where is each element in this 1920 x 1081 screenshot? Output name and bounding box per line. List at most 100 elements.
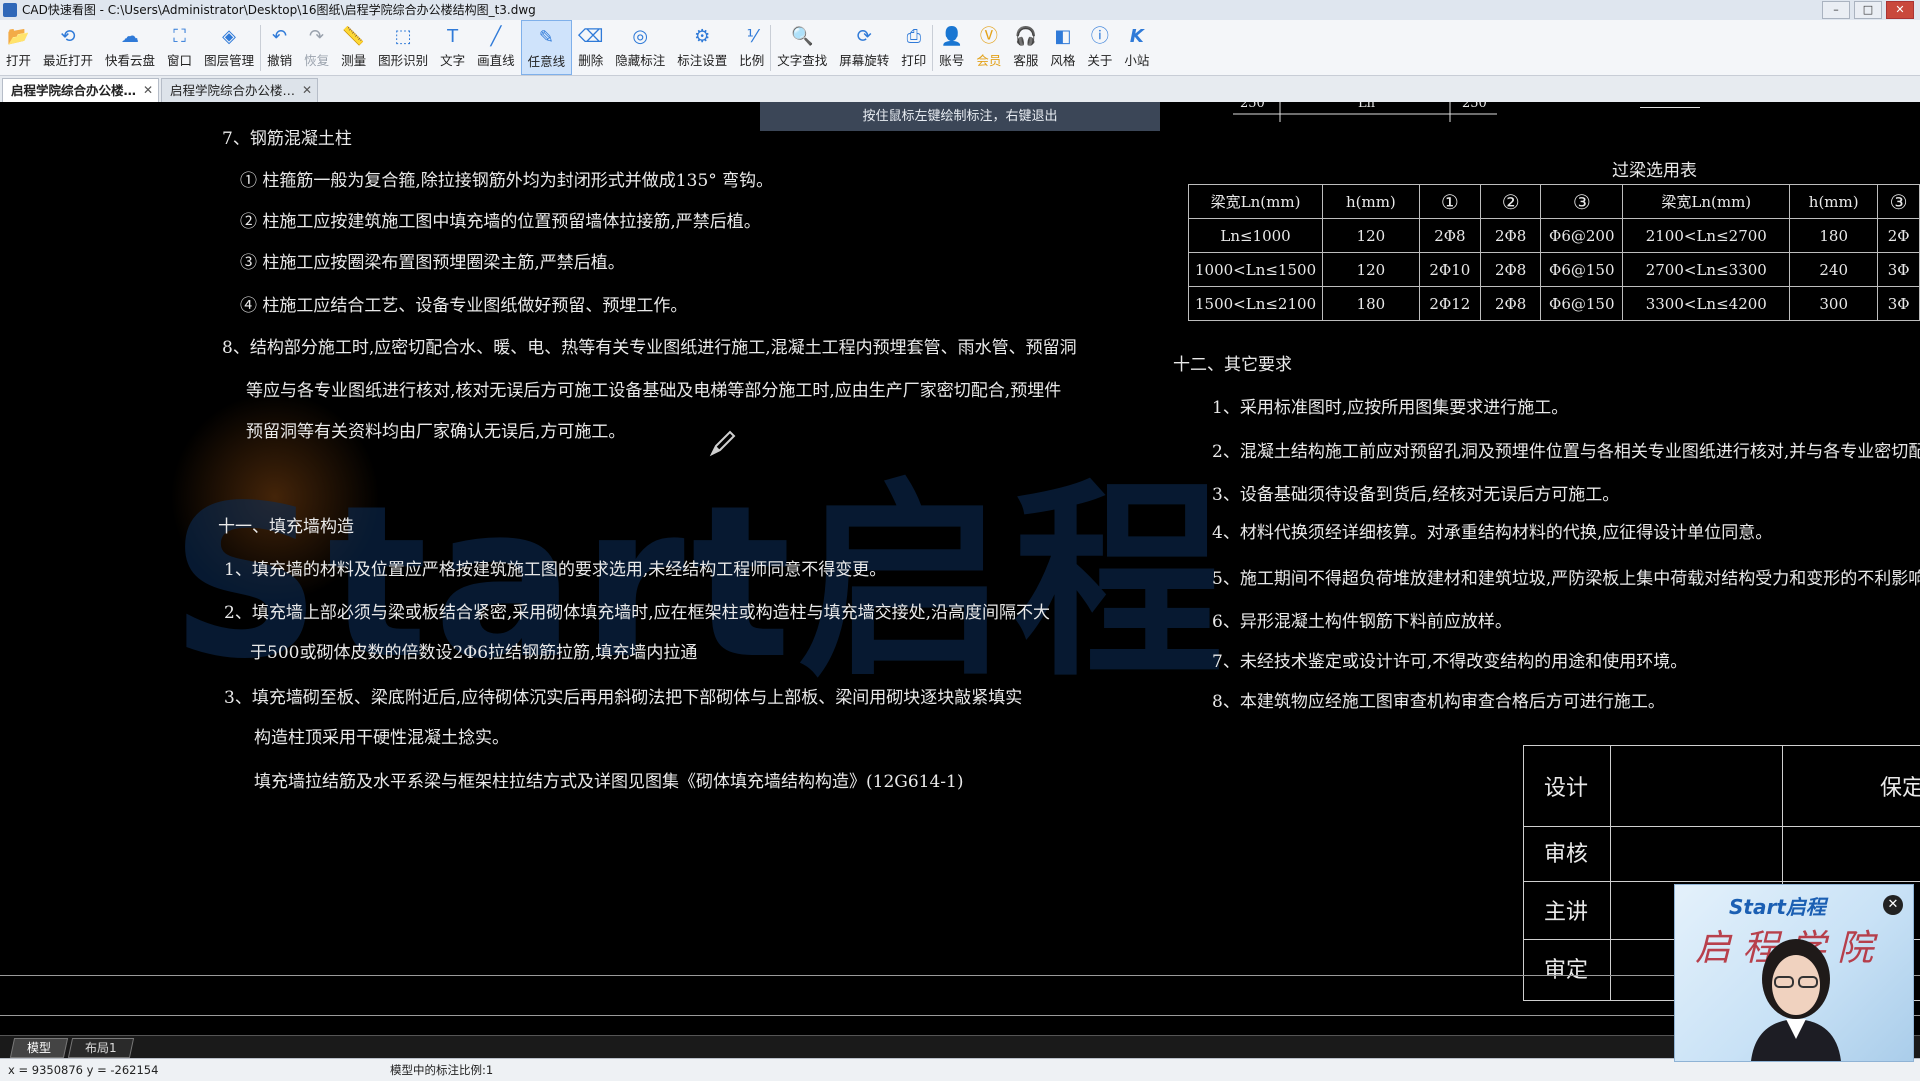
account-button[interactable]: 👤 账号 [933,20,970,75]
document-tab-2[interactable]: 启程学院综合办公楼… ✕ [161,78,319,102]
signoff-label: 保定 [1880,776,1920,801]
note-line: 2、混凝土结构施工前应对预留孔洞及预埋件位置与各相关专业图纸进行核对,并与各专业… [1212,442,1920,462]
tab-layout1[interactable]: 布局1 [67,1038,134,1058]
redo-button[interactable]: ↷ 恢复 [298,20,335,75]
document-tab-1[interactable]: 启程学院综合办公楼… ✕ [2,78,160,102]
lintel-table: 梁宽Ln(mm) h(mm) ① ② ③ 梁宽Ln(mm) h(mm) ③ Ln… [1187,184,1920,321]
support-button[interactable]: 🎧 客服 [1007,20,1044,75]
ruler-icon: 📏 [342,26,365,47]
hide-annotation-button[interactable]: ◎ 隐藏标注 [609,20,671,75]
signoff-label: 设计 [1544,776,1589,801]
delete-button[interactable]: ⌫ 删除 [572,20,609,75]
draw-line-button[interactable]: ╱ 画直线 [471,20,521,75]
section-heading: 十二、其它要求 [1173,355,1292,375]
main-toolbar: 📂 打开 ⟲ 最近打开 ☁ 快看云盘 ⛶ 窗口 ◈ 图层管理 ↶ 撤销 ↷ 恢复 📏 测量 ⬚ 图… [0,20,1920,76]
note-line: 填充墙拉结筋及水平系梁与框架柱拉结方式及详图见图集《砌体填充墙结构构造》(12G… [254,772,964,792]
close-window-button[interactable]: ✕ [1886,1,1914,19]
table-rule [1524,826,1920,827]
rotate-screen-icon: ⟳ [856,26,872,47]
brand-logo: Start启程 [1729,895,1826,919]
station-button[interactable]: K 小站 [1118,20,1155,75]
document-tabs: 启程学院综合办公楼… ✕ 启程学院综合办公楼… ✕ [0,76,1920,102]
cloud-icon: ☁ [121,26,140,47]
close-tab-icon[interactable]: ✕ [302,79,312,102]
table-row: 1500<Ln≤2100 180 2Φ12 2Φ8 Φ6@150 3300<Ln≤4200… [1187,286,1920,321]
undo-button[interactable]: ↶ 撤销 [261,20,298,75]
table-cell: 2Φ8 [1480,252,1542,287]
close-tab-icon[interactable]: ✕ [143,79,153,102]
note-line: 预留洞等有关资料均由厂家确认无误后,方可施工。 [246,422,626,442]
app-icon [3,3,17,17]
minimize-button[interactable]: – [1822,1,1850,19]
note-line: 3、设备基础须待设备到货后,经核对无误后方可施工。 [1212,485,1620,505]
note-line: 5、施工期间不得超负荷堆放建材和建筑垃圾,严防梁板上集中荷载对结构受力和变形的不… [1212,569,1920,589]
rotate-screen-button[interactable]: ⟳ 屏幕旋转 [833,20,895,75]
hide-annotation-icon: ◎ [632,26,649,47]
open-button[interactable]: 📂 打开 [0,20,37,75]
table-header: h(mm) [1322,184,1420,219]
text-button[interactable]: T 文字 [434,20,471,75]
table-header: h(mm) [1789,184,1879,219]
section-heading: 7、钢筋混凝土柱 [222,129,352,149]
note-line: 1、采用标准图时,应按所用图集要求进行施工。 [1212,398,1569,418]
table-cell: 2Φ8 [1480,218,1542,253]
frame-line [0,975,1920,976]
webcam-overlay: Start启程 启 程 学 院 ✕ [1674,884,1914,1062]
text-search-button[interactable]: 🔍 文字查找 [771,20,833,75]
close-overlay-button[interactable]: ✕ [1883,895,1903,915]
tab-model[interactable]: 模型 [9,1038,69,1058]
layout-tabs: 模型 布局1 [0,1035,1920,1058]
about-button[interactable]: ⓘ 关于 [1081,20,1118,75]
note-line: 6、异形混凝土构件钢筋下料前应放样。 [1212,612,1512,632]
freehand-line-button[interactable]: ✎ 任意线 [520,20,573,75]
dimension-text: Ln [1358,102,1376,111]
annotation-settings-button[interactable]: ⚙ 标注设置 [671,20,733,75]
note-line: 7、未经技术鉴定或设计许可,不得改变结构的用途和使用环境。 [1212,652,1688,672]
note-line: 4、材料代换须经详细核算。对承重结构材料的代换,应征得设计单位同意。 [1212,523,1773,543]
table-cell: 300 [1789,286,1879,321]
shape-recognize-button[interactable]: ⬚ 图形识别 [372,20,434,75]
note-line: ② 柱施工应按建筑施工图中填充墙的位置预留墙体拉接筋,严禁后植。 [240,212,761,232]
scale-button[interactable]: ⅟ 比例 [733,20,770,75]
note-line: 3、填充墙砌至板、梁底附近后,应待砌体沉实后再用斜砌法把下部砌体与上部板、梁间用… [224,688,1023,708]
table-header: ③ [1540,184,1624,219]
layer-manager-button[interactable]: ◈ 图层管理 [198,20,260,75]
style-button[interactable]: ◧ 风格 [1044,20,1081,75]
headset-icon: 🎧 [1014,26,1038,47]
note-line: 8、结构部分施工时,应密切配合水、暖、电、热等有关专业图纸进行施工,混凝土工程内… [222,338,1077,358]
dimension-text: 250 [1240,102,1265,111]
table-header: ① [1418,184,1482,219]
table-cell: Φ6@200 [1540,218,1624,253]
pencil-cursor-icon [709,430,736,457]
note-line: 1、填充墙的材料及位置应严格按建筑施工图的要求选用,未经结构工程师同意不得变更。 [224,560,887,580]
maximize-button[interactable]: □ [1854,1,1882,19]
table-rule [1610,746,1611,1000]
measure-button[interactable]: 📏 测量 [335,20,372,75]
table-rule [1524,881,1920,882]
vip-icon: Ⓥ [979,26,998,47]
table-cell: 2Φ8 [1480,286,1542,321]
printer-icon: ⎙ [906,26,921,47]
table-header: ③ [1877,184,1920,219]
table-cell: 2Φ12 [1418,286,1482,321]
note-line: 于500或砌体皮数的倍数设2Φ6拉结钢筋拉筋,填充墙内拉通 [250,643,698,663]
recent-button[interactable]: ⟲ 最近打开 [37,20,99,75]
table-cell: 180 [1789,218,1879,253]
cloud-drive-button[interactable]: ☁ 快看云盘 [99,20,161,75]
note-line: 等应与各专业图纸进行核对,核对无误后方可施工设备基础及电梯等部分施工时,应由生产… [246,381,1062,401]
text-icon: T [447,26,459,47]
table-header: 梁宽Ln(mm) [1187,184,1324,219]
vip-button[interactable]: Ⓥ 会员 [970,20,1007,75]
print-button[interactable]: ⎙ 打印 [895,20,932,75]
history-icon: ⟲ [60,26,76,47]
annotation-settings-icon: ⚙ [694,26,711,47]
table-row: Ln≤1000 120 2Φ8 2Φ8 Φ6@200 2100<Ln≤2700 180 2Φ [1187,218,1920,253]
drawing-canvas[interactable]: Start启程 按住鼠标左键绘制标注，右键退出 250 Ln 250 7、钢筋混… [0,102,1920,1035]
annotation-hint: 按住鼠标左键绘制标注，右键退出 [760,102,1160,131]
section-heading: 十一、填充墙构造 [218,517,354,537]
style-icon: ◧ [1054,26,1072,47]
table-cell: Φ6@150 [1540,252,1624,287]
window-icon: ⛶ [173,26,186,47]
window-button[interactable]: ⛶ 窗口 [161,20,198,75]
table-cell: Ln≤1000 [1187,218,1324,253]
